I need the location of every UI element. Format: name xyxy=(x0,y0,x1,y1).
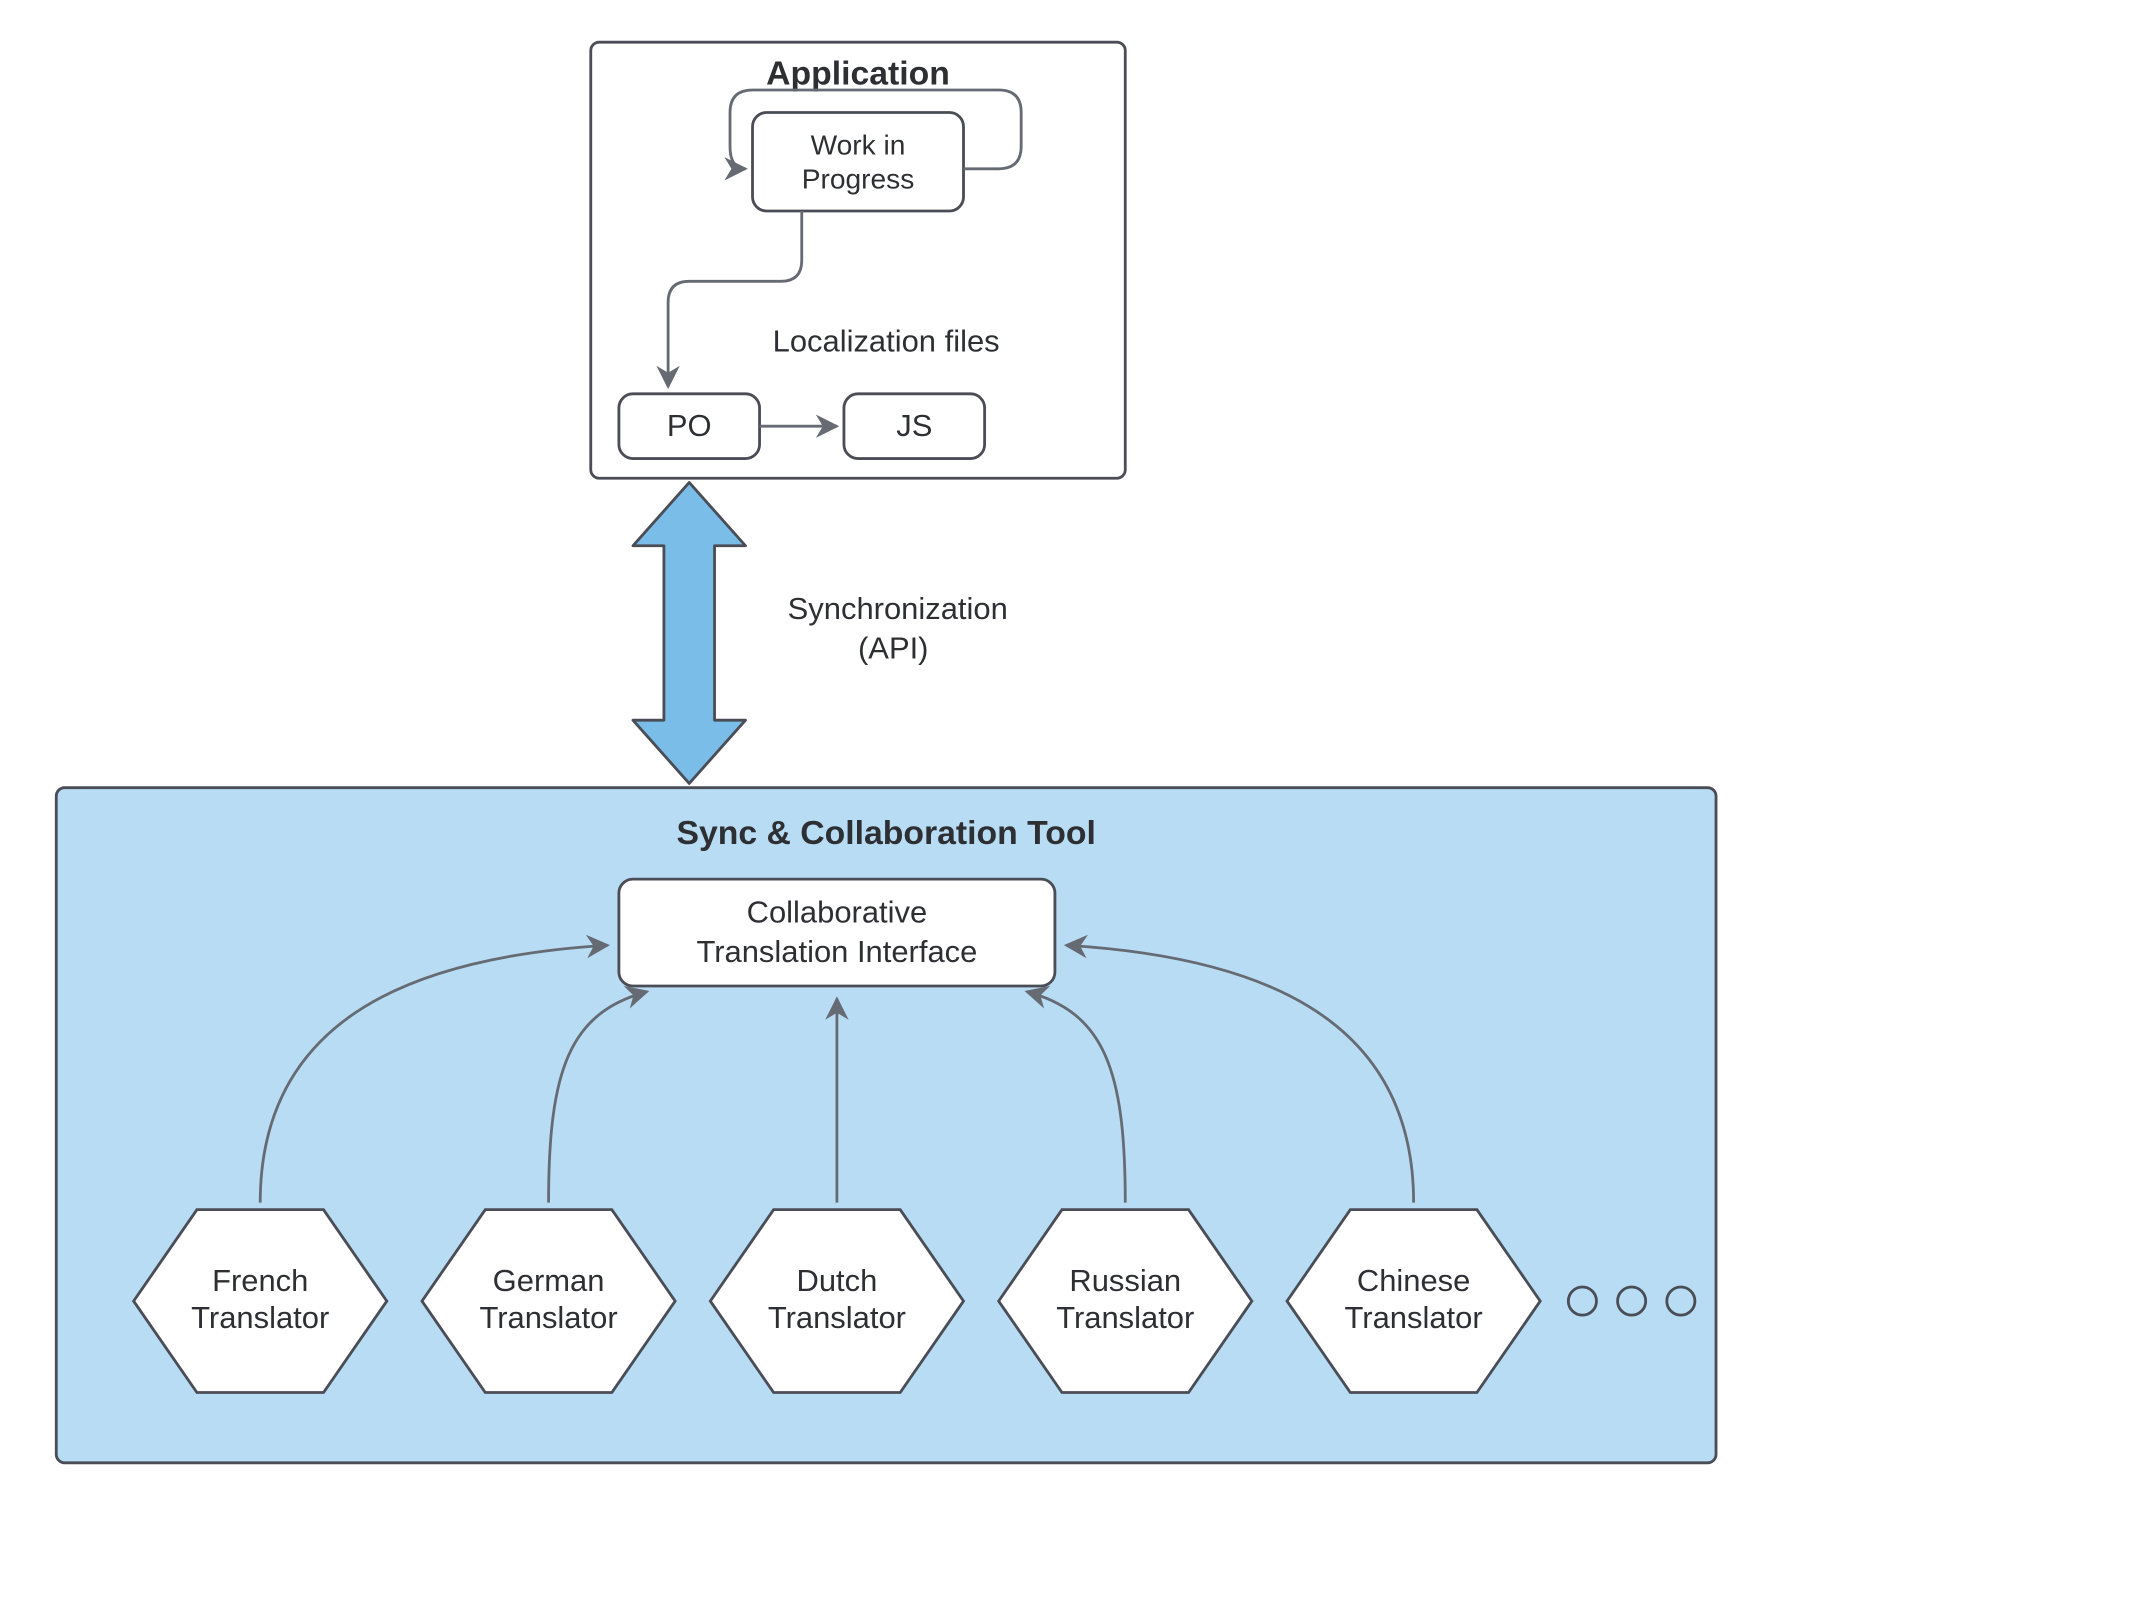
edge-wip-to-po xyxy=(668,211,802,387)
sync-label-line2: (API) xyxy=(858,630,928,665)
sync-arrow xyxy=(633,482,746,783)
translator-german-line1: German xyxy=(493,1263,605,1298)
tool-title: Sync & Collaboration Tool xyxy=(676,814,1095,852)
sync-label-line1: Synchronization xyxy=(788,591,1008,626)
translator-russian-line2: Translator xyxy=(1056,1300,1194,1335)
translator-chinese-line1: Chinese xyxy=(1357,1263,1471,1298)
translator-dutch-line1: Dutch xyxy=(797,1263,878,1298)
tool-group: Sync & Collaboration Tool Collaborative … xyxy=(56,788,1716,1463)
translator-dutch-line2: Translator xyxy=(768,1300,906,1335)
wip-line2: Progress xyxy=(802,163,915,194)
translator-russian-line1: Russian xyxy=(1069,1263,1181,1298)
translator-german-line2: Translator xyxy=(480,1300,618,1335)
po-label: PO xyxy=(667,408,712,443)
cti-line2: Translation Interface xyxy=(696,934,977,969)
wip-line1: Work in xyxy=(811,130,906,161)
translator-french-line2: Translator xyxy=(191,1300,329,1335)
po-node: PO xyxy=(619,394,760,459)
localization-files-label: Localization files xyxy=(773,324,1000,359)
cti-node: Collaborative Translation Interface xyxy=(619,879,1055,986)
application-group: Application Work in Progress Localizatio… xyxy=(591,42,1125,478)
wip-node: Work in Progress xyxy=(753,113,964,211)
js-node: JS xyxy=(844,394,985,459)
application-title: Application xyxy=(766,54,950,92)
diagram-canvas: Application Work in Progress Localizatio… xyxy=(0,0,2138,1618)
translator-chinese-line2: Translator xyxy=(1345,1300,1483,1335)
cti-line1: Collaborative xyxy=(747,895,928,930)
js-label: JS xyxy=(896,408,932,443)
translator-french-line1: French xyxy=(212,1263,308,1298)
